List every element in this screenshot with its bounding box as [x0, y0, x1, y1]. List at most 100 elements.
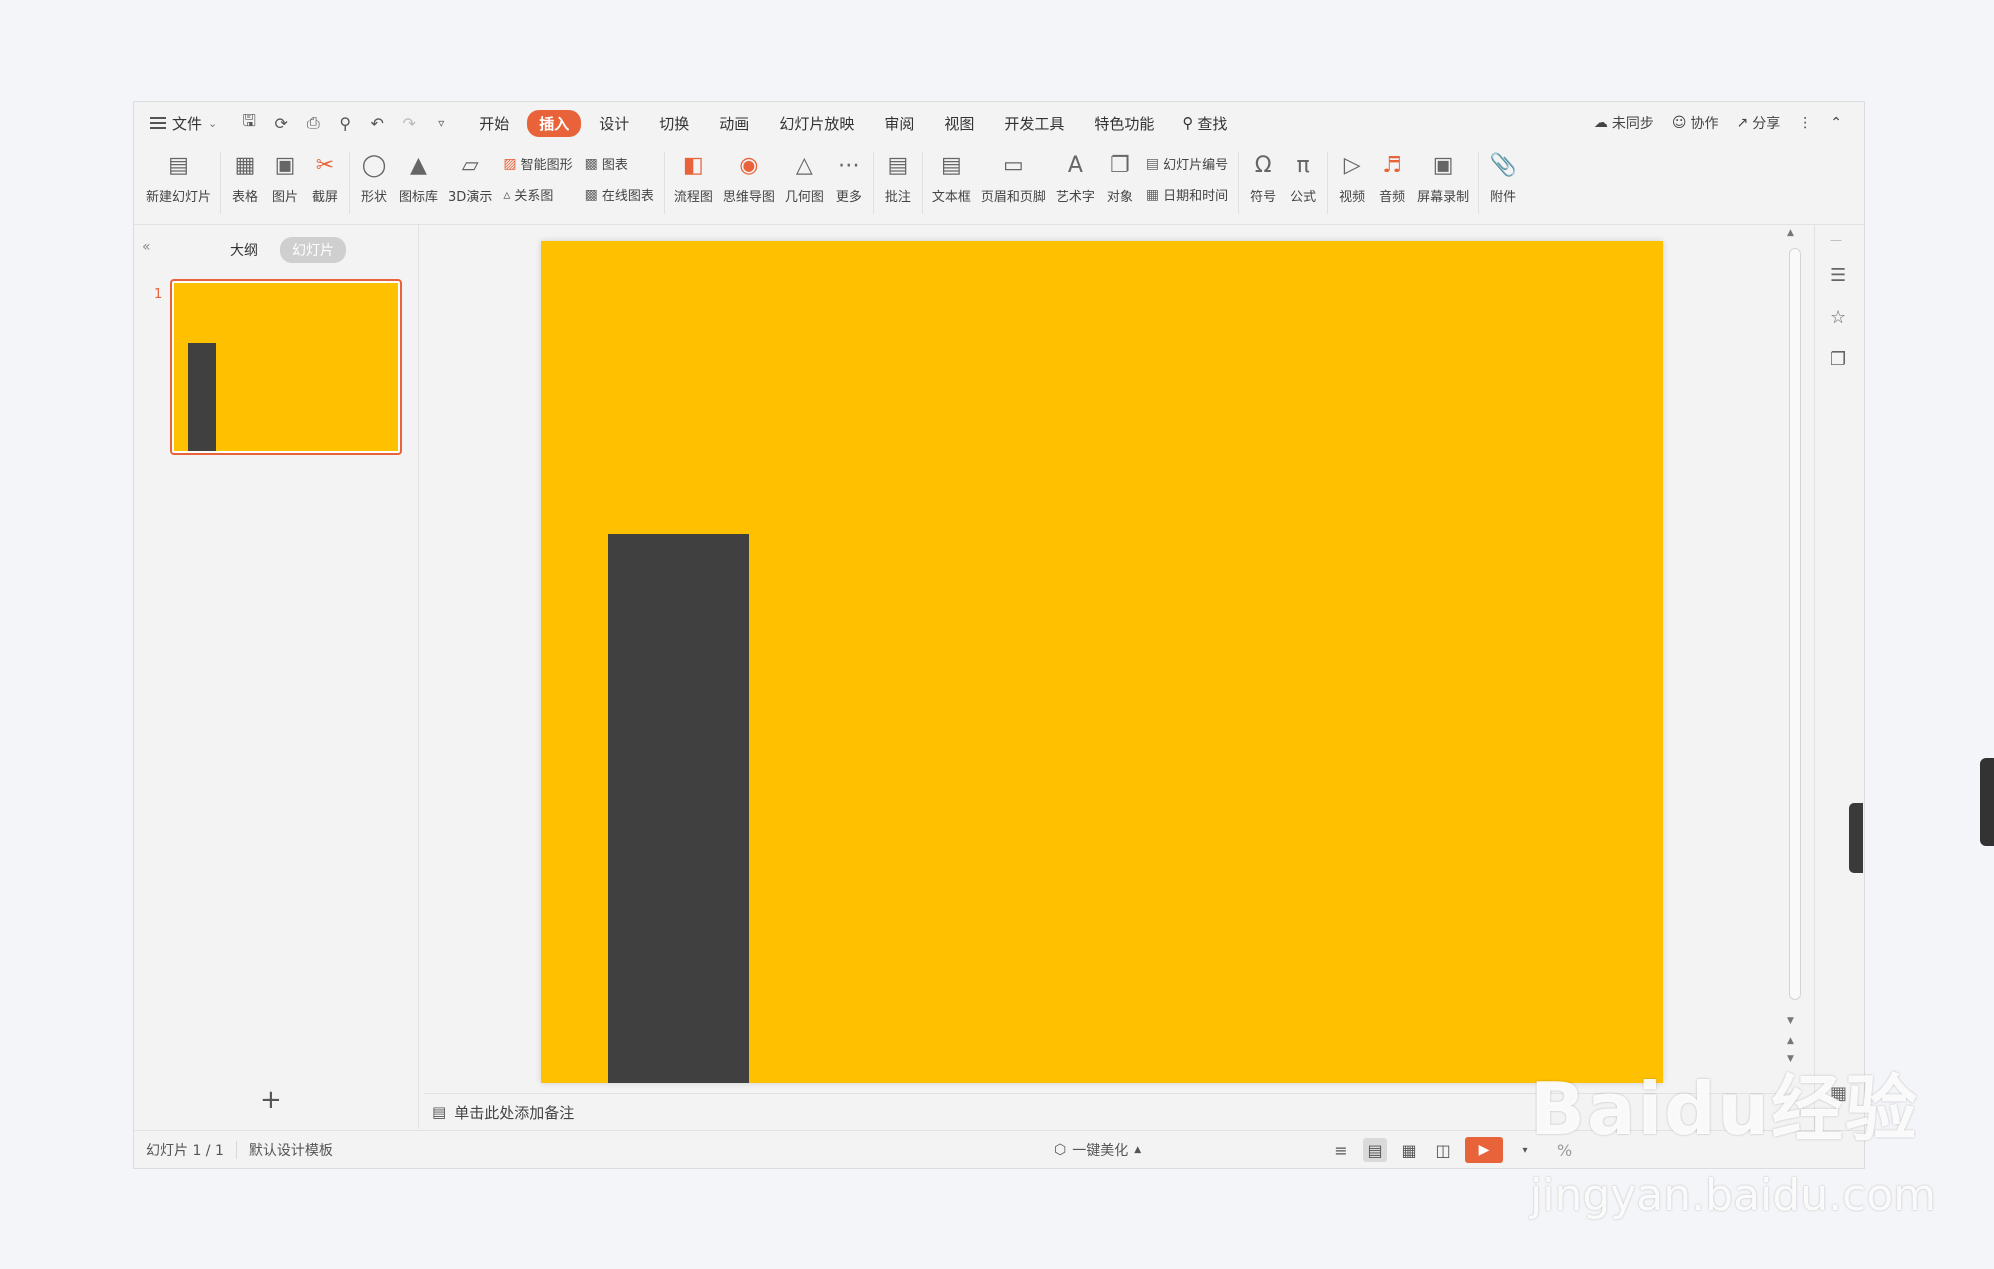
reading-view-icon[interactable]: ◫: [1431, 1138, 1455, 1162]
online-chart-button[interactable]: ▩ 在线图表: [585, 185, 654, 205]
design-template-name[interactable]: 默认设计模板: [237, 1140, 345, 1160]
properties-icon[interactable]: ☰: [1830, 265, 1846, 286]
ellipsis-icon: ⋯: [837, 152, 860, 178]
slide-count: 幻灯片 1 / 1: [146, 1143, 224, 1159]
slide-canvas[interactable]: [541, 241, 1663, 1083]
menu-right-group: ☁ 未同步 ☺ 协作 ↗ 分享 ⋮ ⌃: [1594, 102, 1842, 144]
relation-button[interactable]: ▵ 关系图: [503, 185, 572, 205]
share-button[interactable]: ↗ 分享: [1737, 113, 1781, 133]
table-button[interactable]: ▦ 表格: [230, 144, 260, 206]
slide-sorter-icon[interactable]: ▦: [1397, 1138, 1421, 1162]
shape-icon: ◯: [361, 152, 387, 178]
picture-button[interactable]: ▣ 图片: [270, 144, 300, 206]
screen-record-icon: ▣: [1432, 152, 1454, 178]
screenshot-button[interactable]: ✂ 截屏: [310, 144, 340, 206]
user-icon: ☺: [1671, 115, 1687, 131]
tab-slides[interactable]: 幻灯片: [280, 237, 346, 263]
textbox-button[interactable]: ▤ 文本框: [931, 144, 971, 206]
new-slide-button[interactable]: ▤ 新建幻灯片: [146, 144, 212, 206]
video-button[interactable]: ▷ 视频: [1337, 144, 1367, 206]
header-footer-icon: ▭: [1002, 152, 1024, 178]
grip-icon: —: [1830, 233, 1842, 247]
file-menu-button[interactable]: 文件 ⌄: [150, 113, 217, 134]
print-preview-icon[interactable]: ⚲: [335, 114, 355, 133]
star-icon[interactable]: ☆: [1830, 307, 1846, 328]
relation-label: 关系图: [514, 189, 554, 204]
formula-button[interactable]: π 公式: [1288, 144, 1318, 206]
shape-button[interactable]: ◯ 形状: [359, 144, 389, 206]
tab-design[interactable]: 设计: [587, 110, 641, 137]
collapse-ribbon-icon[interactable]: ⌃: [1830, 115, 1842, 131]
more-button[interactable]: ⋯ 更多: [834, 144, 864, 206]
geometry-label: 几何图: [784, 190, 824, 205]
wordart-button[interactable]: A 艺术字: [1056, 144, 1095, 206]
smart-art-button[interactable]: ▨ 智能图形: [503, 154, 572, 174]
demo3d-button[interactable]: ▱ 3D演示: [448, 144, 492, 206]
customize-icon[interactable]: ▿: [431, 116, 451, 130]
collaborate-button[interactable]: ☺ 协作: [1672, 113, 1719, 133]
chart-button[interactable]: ▩ 图表: [585, 154, 654, 174]
tab-outline[interactable]: 大纲: [218, 237, 270, 263]
attachment-button[interactable]: 📎 附件: [1488, 144, 1518, 206]
comment-label: 批注: [884, 190, 911, 205]
tab-review[interactable]: 审阅: [872, 110, 926, 137]
play-slideshow-button[interactable]: ▶: [1465, 1137, 1503, 1163]
panel-tabs: 大纲 幻灯片: [218, 237, 346, 263]
header-footer-button[interactable]: ▭ 页眉和页脚: [981, 144, 1046, 206]
online-chart-label: 在线图表: [601, 189, 654, 204]
redo-icon[interactable]: ↷: [399, 114, 419, 133]
scrollbar-track[interactable]: [1789, 248, 1801, 1000]
icon-library-button[interactable]: ▲ 图标库: [399, 144, 438, 206]
mindmap-button[interactable]: ◉ 思维导图: [723, 144, 775, 206]
beautify-button[interactable]: ⬡ 一键美化 ▲: [1054, 1140, 1141, 1160]
slide-number-group: ▤ 幻灯片编号 ▦ 日期和时间: [1146, 144, 1229, 205]
find-button[interactable]: ⚲ 查找: [1182, 113, 1227, 134]
slide-number-label: 幻灯片编号: [1163, 158, 1229, 173]
print-icon[interactable]: ⎙: [303, 113, 323, 133]
tab-home[interactable]: 开始: [467, 110, 521, 137]
slide-thumbnail-number: 1: [154, 287, 163, 302]
tab-view[interactable]: 视图: [932, 110, 986, 137]
floating-side-widget[interactable]: [1849, 803, 1863, 873]
comment-button[interactable]: ▤ 批注: [883, 144, 913, 206]
sync-button[interactable]: ☁ 未同步: [1594, 113, 1654, 133]
object-icon: ❐: [1110, 152, 1130, 178]
dark-rectangle-shape[interactable]: [608, 534, 749, 1083]
add-slide-icon[interactable]: +: [260, 1085, 282, 1115]
geometry-button[interactable]: △ 几何图: [784, 144, 824, 206]
tab-animations[interactable]: 动画: [707, 110, 761, 137]
more-options-icon[interactable]: ⋮: [1798, 115, 1812, 131]
screen-edge-widget[interactable]: [1980, 758, 1994, 846]
notes-toggle-icon[interactable]: ≡: [1329, 1138, 1353, 1162]
tab-developer[interactable]: 开发工具: [992, 110, 1076, 137]
collapse-panel-icon[interactable]: «: [142, 239, 151, 255]
share-label: 分享: [1752, 116, 1781, 132]
new-slide-label: 新建幻灯片: [146, 190, 212, 205]
screenshot-label: 截屏: [312, 190, 339, 205]
tab-insert[interactable]: 插入: [527, 109, 582, 137]
slide-thumbnail[interactable]: [170, 279, 402, 455]
symbol-button[interactable]: Ω 符号: [1248, 144, 1278, 206]
audio-label: 音频: [1379, 190, 1406, 205]
tab-transitions[interactable]: 切换: [647, 110, 701, 137]
comment-icon: ▤: [887, 152, 909, 178]
tab-slideshow[interactable]: 幻灯片放映: [767, 110, 866, 137]
flowchart-button[interactable]: ◧ 流程图: [674, 144, 713, 206]
slide-number-button[interactable]: ▤ 幻灯片编号: [1146, 154, 1229, 174]
format-painter-icon[interactable]: ⟳: [271, 114, 291, 133]
vertical-scrollbar[interactable]: ▲ ▼ ▲ ▼: [1786, 228, 1801, 1073]
previous-slide-icon[interactable]: ▲: [1787, 1036, 1794, 1046]
date-time-button[interactable]: ▦ 日期和时间: [1146, 185, 1228, 205]
copy-icon[interactable]: ❐: [1830, 349, 1846, 370]
object-button[interactable]: ❐ 对象: [1105, 144, 1135, 206]
notes-icon: ▤: [432, 1103, 447, 1121]
normal-view-icon[interactable]: ▤: [1363, 1138, 1387, 1162]
screen-record-button[interactable]: ▣ 屏幕录制: [1417, 144, 1469, 206]
undo-icon[interactable]: ↶: [367, 114, 387, 133]
scroll-up-arrow-icon[interactable]: ▲: [1787, 228, 1794, 238]
audio-button[interactable]: ♬ 音频: [1377, 144, 1407, 206]
save-icon[interactable]: 🖫: [239, 110, 259, 137]
tab-special[interactable]: 特色功能: [1082, 110, 1166, 137]
textbox-label: 文本框: [931, 190, 971, 205]
scroll-down-arrow-icon[interactable]: ▼: [1787, 1016, 1794, 1026]
